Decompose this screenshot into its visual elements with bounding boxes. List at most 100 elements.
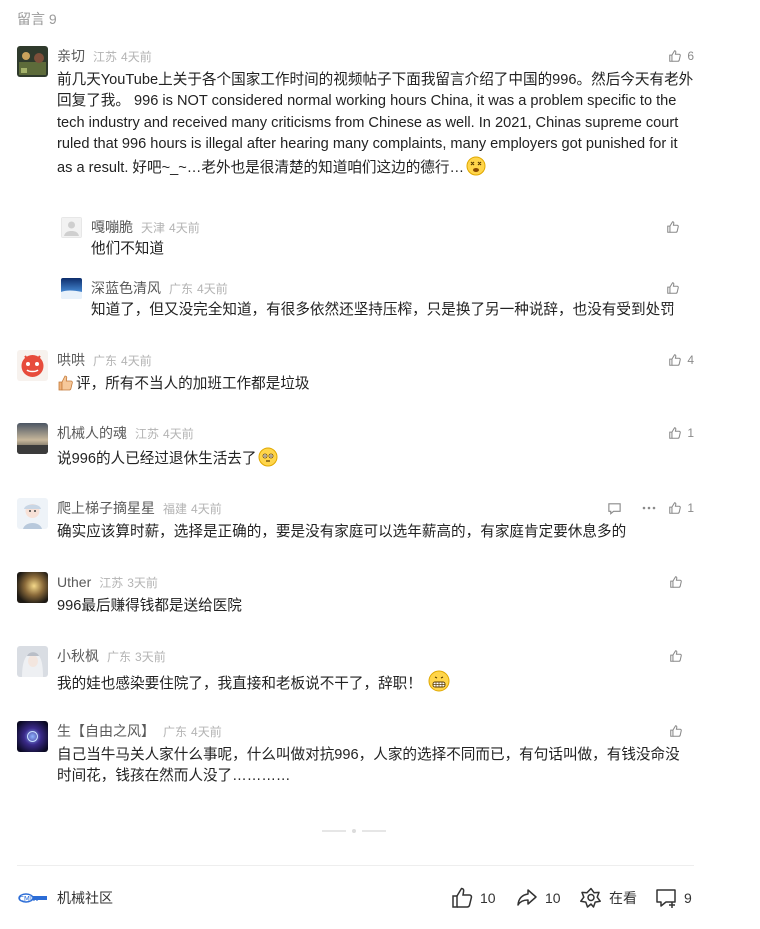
ellipsis-icon[interactable]: [642, 506, 656, 510]
watching-label: 在看: [609, 890, 637, 906]
avatar[interactable]: [17, 423, 48, 454]
footer-divider: [17, 865, 694, 866]
like-count: 10: [480, 890, 496, 906]
comment-text: 996最后赚得钱都是送给医院: [57, 598, 242, 614]
comment-item: 生【自由之风】 广东 4天前 自己当牛马关人家什么事呢，什么叫做对抗996，人家…: [17, 721, 694, 791]
like-button[interactable]: 1: [668, 423, 694, 443]
comment-text: 评，所有不当人的加班工作都是垃圾: [57, 374, 694, 399]
thumbs-up-icon: [670, 576, 682, 588]
reply-text: 知道了，但又没完全知道，有很多依然还坚持压榨，只是换了另一种说辞，也没有受到处罚: [91, 302, 675, 318]
like-button[interactable]: [669, 572, 694, 592]
like-article-button[interactable]: 10: [450, 886, 496, 910]
reply-author[interactable]: 嘎嘣脆: [91, 217, 133, 237]
comment-author[interactable]: 生【自由之风】: [57, 721, 155, 741]
flushed-face-emoji-icon: [258, 447, 278, 474]
comment-author[interactable]: 哄哄: [57, 350, 85, 370]
reply-location: 广东: [169, 281, 194, 296]
reply-item: 嘎嘣脆 天津 4天前 他们不知道: [61, 217, 691, 261]
thumbs-up-icon: [667, 221, 679, 233]
comment-location: 广东: [107, 649, 132, 664]
loading-dot: [352, 829, 356, 833]
comment-time: 4天前: [191, 724, 222, 739]
comment-plus-icon: [656, 889, 676, 908]
watching-button[interactable]: 在看: [579, 886, 637, 910]
like-button[interactable]: [666, 217, 691, 237]
avatar[interactable]: [61, 217, 82, 238]
comment-time: 4天前: [121, 353, 152, 368]
comment-item: 哄哄 广东 4天前 4 评，所有不当人的加班工作都是垃圾: [17, 350, 694, 400]
comment-time: 3天前: [127, 575, 158, 590]
thumbs-up-icon: [669, 354, 682, 366]
comment-author[interactable]: 机械人的魂: [57, 423, 127, 443]
like-button[interactable]: [666, 278, 691, 298]
comment-author[interactable]: 小秋枫: [57, 646, 99, 666]
comment-location: 广东: [163, 724, 188, 739]
avatar[interactable]: [17, 46, 48, 77]
avatar[interactable]: [17, 646, 48, 677]
account-name: 机械社区: [57, 890, 113, 906]
comment-item: 机械人的魂 江苏 4天前 1 说996的人已经过退休生活去了: [17, 423, 694, 475]
avatar[interactable]: [17, 350, 48, 381]
comment-item: Uther 江苏 3天前 996最后赚得钱都是送给医院: [17, 572, 694, 622]
comment-text: 确实应该算时薪，选择是正确的，要是没有家庭可以选年薪高的，有家庭肯定要休息多的: [57, 524, 627, 540]
grimacing-face-emoji-icon: [428, 670, 450, 699]
account-brand[interactable]: CMIW 机械社区: [17, 888, 113, 908]
thumbs-up-emoji-icon: [57, 374, 75, 399]
comment-text: 我的娃也感染要住院了，我直接和老板说不干了，辞职！: [57, 670, 694, 699]
like-count: 6: [687, 49, 694, 63]
share-arrow-icon: [517, 889, 537, 906]
watching-icon: [580, 887, 601, 908]
avatar[interactable]: [17, 572, 48, 603]
dizzy-face-emoji-icon: [466, 156, 486, 183]
like-button[interactable]: 1: [668, 498, 694, 518]
thumbs-up-icon: [452, 887, 473, 908]
comment-author[interactable]: Uther: [57, 574, 91, 590]
avatar[interactable]: [17, 721, 48, 752]
comment-actions: [607, 498, 656, 518]
comment-location: 江苏: [135, 426, 160, 441]
thumbs-up-icon: [670, 650, 682, 662]
like-button[interactable]: [669, 646, 694, 666]
reply-author[interactable]: 深蓝色清风: [91, 278, 161, 298]
comment-author[interactable]: 爬上梯子摘星星: [57, 498, 155, 518]
like-button[interactable]: [669, 721, 694, 741]
comment-location: 江苏: [93, 49, 118, 64]
reply-text: 他们不知道: [91, 241, 164, 257]
like-count: 1: [687, 501, 694, 515]
like-button[interactable]: 6: [668, 46, 694, 66]
comments-section-title: 留言 9: [17, 11, 57, 27]
comment-location: 广东: [93, 353, 118, 368]
comment-item: 爬上梯子摘星星 福建 4天前 1 确实应该算时薪，选择是正确的，要是没有家庭可以…: [17, 498, 694, 548]
reply-time: 4天前: [169, 220, 200, 235]
thumbs-up-icon: [669, 502, 682, 514]
comment-time: 3天前: [135, 649, 166, 664]
comment-text: 说996的人已经过退休生活去了: [57, 447, 694, 474]
like-button[interactable]: 4: [668, 350, 694, 370]
comment-time: 4天前: [121, 49, 152, 64]
comment-text: 自己当牛马关人家什么事呢，什么叫做对抗996，人家的选择不同而已，有句话叫做，有…: [57, 747, 680, 785]
reply-location: 天津: [141, 220, 166, 235]
comment-count: 9: [684, 890, 692, 906]
reply-item: 深蓝色清风 广东 4天前 知道了，但又没完全知道，有很多依然还坚持压榨，只是换了…: [61, 278, 691, 322]
divider-line: [362, 830, 386, 832]
comment-location: 江苏: [99, 575, 124, 590]
comment-text: 前几天YouTube上关于各个国家工作时间的视频帖子下面我留言介绍了中国的996…: [57, 70, 694, 183]
comment-button[interactable]: 9: [654, 886, 692, 910]
avatar[interactable]: [61, 278, 82, 299]
article-action-bar: CMIW 机械社区 10 10 在看 9: [17, 880, 694, 916]
comment-author[interactable]: 亲切: [57, 46, 85, 66]
share-button[interactable]: 10: [515, 886, 561, 910]
comment-time: 4天前: [191, 501, 222, 516]
thumbs-up-icon: [669, 427, 682, 439]
brand-logo-icon: CMIW: [17, 888, 48, 908]
comment-item: 亲切 江苏 4天前 6 前几天YouTube上关于各个国家工作时间的视频帖子下面…: [17, 46, 694, 196]
thumbs-up-icon: [669, 50, 682, 62]
comment-time: 4天前: [163, 426, 194, 441]
avatar[interactable]: [17, 498, 48, 529]
chat-bubble-icon[interactable]: [607, 501, 622, 516]
load-more-indicator[interactable]: [322, 829, 386, 833]
share-count: 10: [545, 890, 561, 906]
like-count: 4: [687, 353, 694, 367]
comment-item: 小秋枫 广东 3天前 我的娃也感染要住院了，我直接和老板说不干了，辞职！: [17, 646, 694, 696]
comment-location: 福建: [163, 501, 188, 516]
